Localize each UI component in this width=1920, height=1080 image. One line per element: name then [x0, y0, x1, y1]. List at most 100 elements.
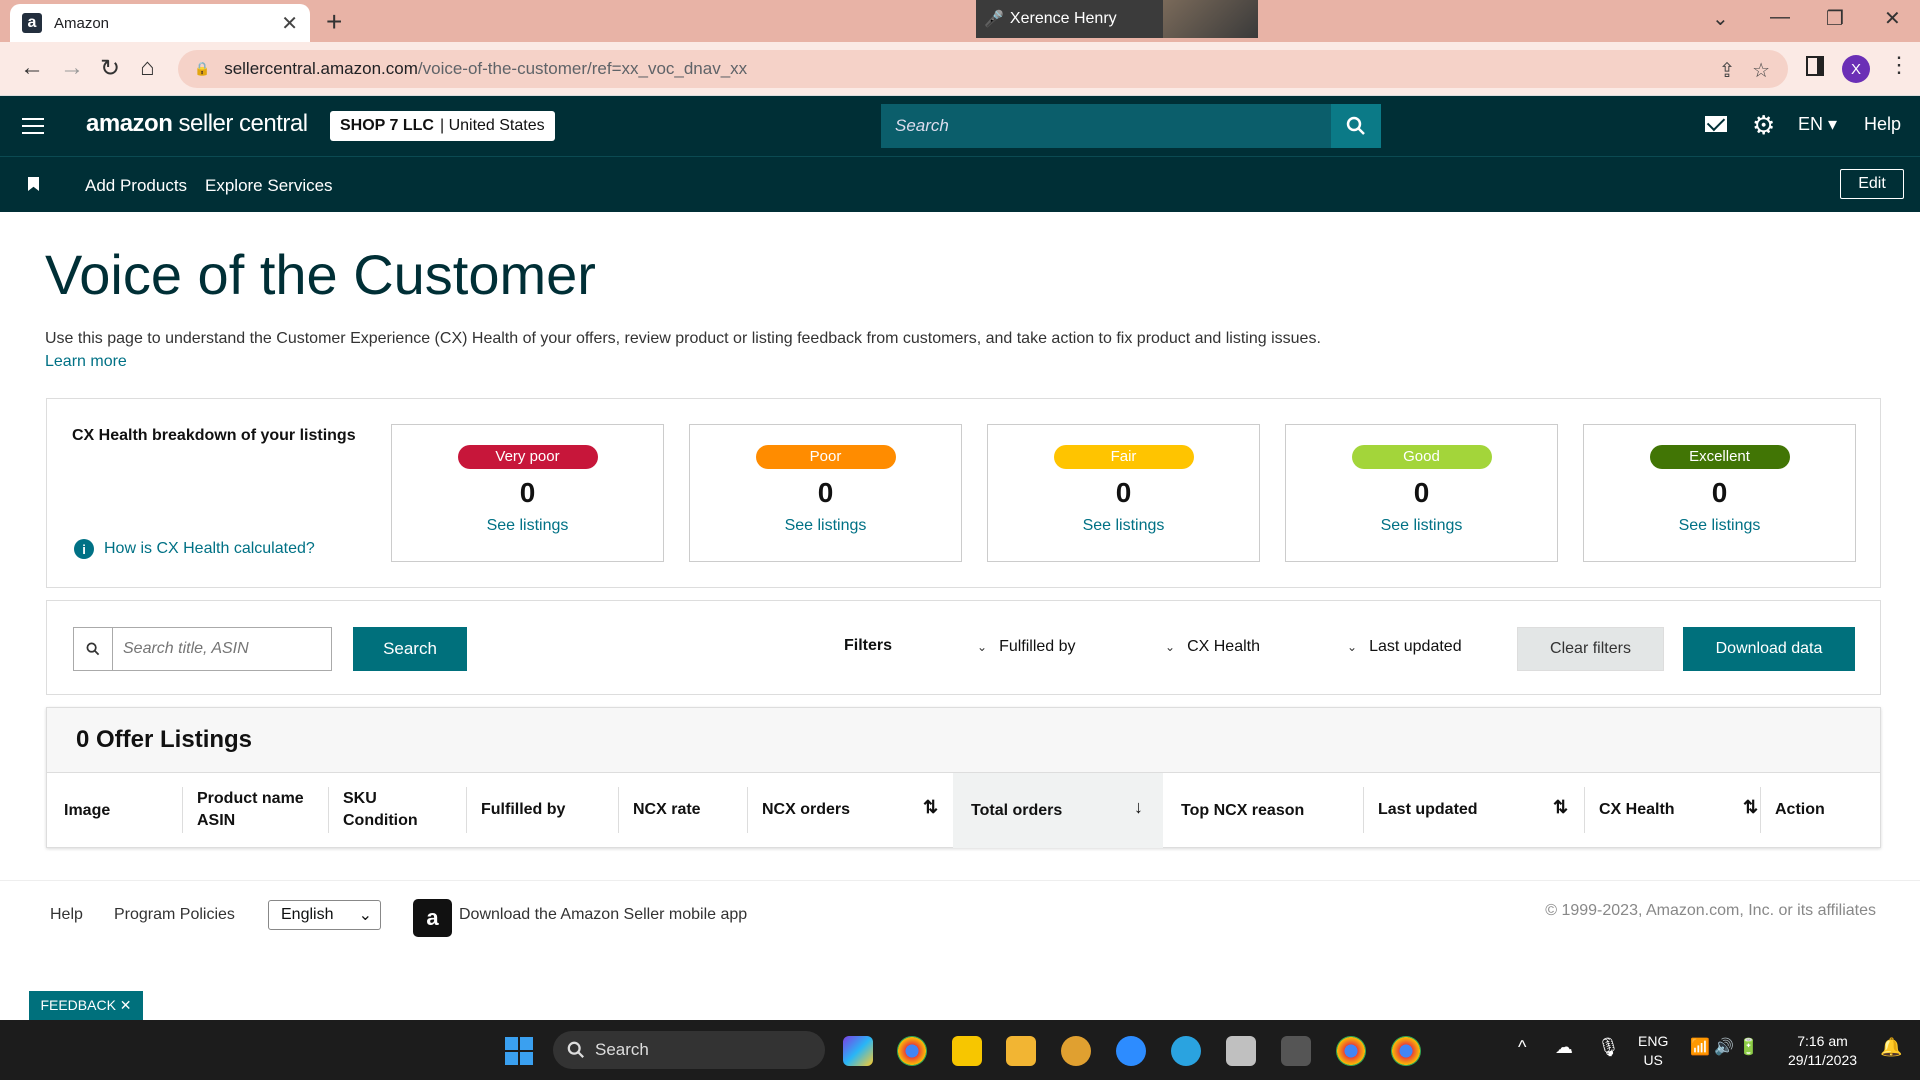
- new-tab-button[interactable]: +: [326, 6, 342, 38]
- chevron-down-icon: ⌄: [1347, 640, 1358, 654]
- home-icon[interactable]: ⌂: [140, 54, 155, 82]
- seller-central-header: amazon seller central SHOP 7 LLC | United…: [0, 96, 1920, 156]
- col-product-name[interactable]: Product name ASIN: [182, 787, 304, 833]
- side-panel-icon[interactable]: [1806, 56, 1824, 76]
- chrome-profile-app-icon[interactable]: [1336, 1036, 1366, 1066]
- cx-card-good: Good 0 See listings: [1285, 424, 1558, 562]
- explore-services-link[interactable]: Explore Services: [205, 176, 333, 196]
- close-window-button[interactable]: ✕: [1884, 6, 1901, 31]
- footer-language-select[interactable]: English ⌄: [268, 900, 381, 930]
- cx-count: 0: [817, 477, 834, 508]
- col-last-updated[interactable]: Last updated: [1363, 787, 1478, 833]
- profile-avatar[interactable]: X: [1842, 55, 1870, 83]
- sticky-notes-app-icon[interactable]: [952, 1036, 982, 1066]
- browser-menu-icon[interactable]: ⋮: [1888, 52, 1910, 78]
- sort-descending-icon[interactable]: ↓: [1134, 797, 1143, 818]
- mail-icon[interactable]: [1705, 116, 1727, 132]
- col-cx-health[interactable]: CX Health: [1584, 787, 1675, 833]
- hamburger-menu-icon[interactable]: [22, 118, 44, 134]
- clock-date: 29/11/2023: [1788, 1052, 1858, 1068]
- tab-search-chevron-icon[interactable]: ⌄: [1712, 6, 1729, 31]
- listing-search-input[interactable]: [113, 628, 331, 670]
- sort-icon[interactable]: ⇅: [923, 797, 938, 818]
- snipping-tool-app-icon[interactable]: [1226, 1036, 1256, 1066]
- file-explorer-app-icon[interactable]: [1006, 1036, 1036, 1066]
- back-button[interactable]: ←: [20, 54, 44, 82]
- fulfilled-by-dropdown[interactable]: ⌄ Fulfilled by: [977, 638, 1076, 656]
- col-top-ncx-reason[interactable]: Top NCX reason: [1181, 773, 1304, 848]
- listing-search-box: [73, 627, 332, 671]
- chrome-active-app-icon[interactable]: [1391, 1036, 1421, 1066]
- col-ncx-rate[interactable]: NCX rate: [618, 787, 701, 833]
- restore-button[interactable]: ❐: [1826, 6, 1844, 31]
- gear-icon[interactable]: ⚙: [1752, 110, 1775, 141]
- download-app-link[interactable]: Download the Amazon Seller mobile app: [459, 906, 747, 924]
- language-selector[interactable]: EN ▾: [1798, 114, 1837, 135]
- notification-bell-icon[interactable]: 🔔: [1880, 1038, 1902, 1057]
- see-listings-link[interactable]: See listings: [988, 517, 1259, 535]
- wifi-volume-battery-icons[interactable]: 📶 🔊 🔋: [1690, 1038, 1759, 1057]
- cx-card-very-poor: Very poor 0 See listings: [391, 424, 664, 562]
- footer-help-link[interactable]: Help: [50, 906, 83, 924]
- global-search-input[interactable]: [881, 116, 1331, 136]
- address-bar[interactable]: 🔒 sellercentral.amazon.com/voice-of-the-…: [178, 50, 1788, 88]
- close-tab-icon[interactable]: ✕: [281, 11, 298, 36]
- share-and-bookmark-icons[interactable]: ⇪ ☆: [1719, 58, 1770, 83]
- see-listings-link[interactable]: See listings: [392, 517, 663, 535]
- col-total-orders[interactable]: Total orders: [953, 773, 1163, 848]
- seller-app-icon[interactable]: a: [413, 899, 452, 937]
- telegram-app-icon[interactable]: [1171, 1036, 1201, 1066]
- edit-button[interactable]: Edit: [1840, 169, 1904, 199]
- onedrive-cloud-icon[interactable]: ☁: [1555, 1038, 1573, 1057]
- cx-health-dropdown[interactable]: ⌄ CX Health: [1165, 638, 1260, 656]
- copilot-app-icon[interactable]: [843, 1036, 873, 1066]
- col-sku[interactable]: SKU Condition: [328, 787, 418, 833]
- chevron-down-icon: ⌄: [1165, 640, 1176, 654]
- cx-card-excellent: Excellent 0 See listings: [1583, 424, 1856, 562]
- cx-health-help-link[interactable]: i How is CX Health calculated?: [74, 539, 315, 559]
- last-updated-dropdown[interactable]: ⌄ Last updated: [1347, 638, 1462, 656]
- help-link[interactable]: Help: [1864, 114, 1901, 135]
- add-products-link[interactable]: Add Products: [85, 176, 187, 196]
- clear-filters-button[interactable]: Clear filters: [1517, 627, 1664, 671]
- url-path: /voice-of-the-customer/ref=xx_voc_dnav_x…: [417, 59, 748, 78]
- download-data-button[interactable]: Download data: [1683, 627, 1855, 671]
- search-button[interactable]: Search: [353, 627, 467, 671]
- zoom-app-icon[interactable]: [1116, 1036, 1146, 1066]
- windows-start-icon[interactable]: [505, 1037, 533, 1065]
- language-indicator[interactable]: ENG US: [1638, 1032, 1668, 1070]
- col-ncx-orders[interactable]: NCX orders: [747, 787, 850, 833]
- chrome-app-icon[interactable]: [897, 1036, 927, 1066]
- bookmark-icon[interactable]: [28, 177, 39, 191]
- bookmark-bar: Add Products Explore Services Edit: [0, 156, 1920, 212]
- program-policies-link[interactable]: Program Policies: [114, 906, 235, 924]
- reload-button[interactable]: ↻: [100, 54, 120, 83]
- windows-taskbar: Search ^ ☁ 🎙 ENG US 📶 🔊 🔋 7:16 am 29/11/…: [0, 1020, 1920, 1080]
- table-title: 0 Offer Listings: [76, 726, 253, 753]
- see-listings-link[interactable]: See listings: [1584, 517, 1855, 535]
- sort-icon[interactable]: ⇅: [1743, 797, 1758, 818]
- taskbar-search[interactable]: Search: [553, 1031, 825, 1069]
- seller-central-logo[interactable]: amazon seller central: [86, 110, 308, 138]
- app-icon[interactable]: [1061, 1036, 1091, 1066]
- learn-more-link[interactable]: Learn more: [45, 353, 127, 371]
- listings-table: 0 Offer Listings Image Product name ASIN …: [46, 707, 1881, 848]
- see-listings-link[interactable]: See listings: [690, 517, 961, 535]
- status-badge: Very poor: [457, 445, 598, 469]
- chevron-down-icon: ⌄: [358, 907, 372, 924]
- microphone-icon[interactable]: 🎙: [1597, 1038, 1620, 1057]
- clock[interactable]: 7:16 am 29/11/2023: [1788, 1032, 1857, 1070]
- feedback-button[interactable]: FEEDBACK ✕: [29, 991, 143, 1020]
- store-switcher[interactable]: SHOP 7 LLC | United States: [330, 111, 555, 141]
- see-listings-link[interactable]: See listings: [1286, 517, 1557, 535]
- minimize-button[interactable]: —: [1770, 6, 1790, 29]
- language-label: EN: [1798, 114, 1824, 134]
- calculator-app-icon[interactable]: [1281, 1036, 1311, 1066]
- chevron-up-icon[interactable]: ^: [1518, 1038, 1526, 1057]
- sort-icon[interactable]: ⇅: [1553, 797, 1568, 818]
- browser-tab[interactable]: a Amazon ✕: [10, 4, 310, 42]
- col-fulfilled-by[interactable]: Fulfilled by: [466, 787, 565, 833]
- forward-button[interactable]: →: [60, 54, 84, 82]
- global-search-button[interactable]: [1331, 104, 1381, 148]
- col-asin-label: ASIN: [197, 812, 236, 829]
